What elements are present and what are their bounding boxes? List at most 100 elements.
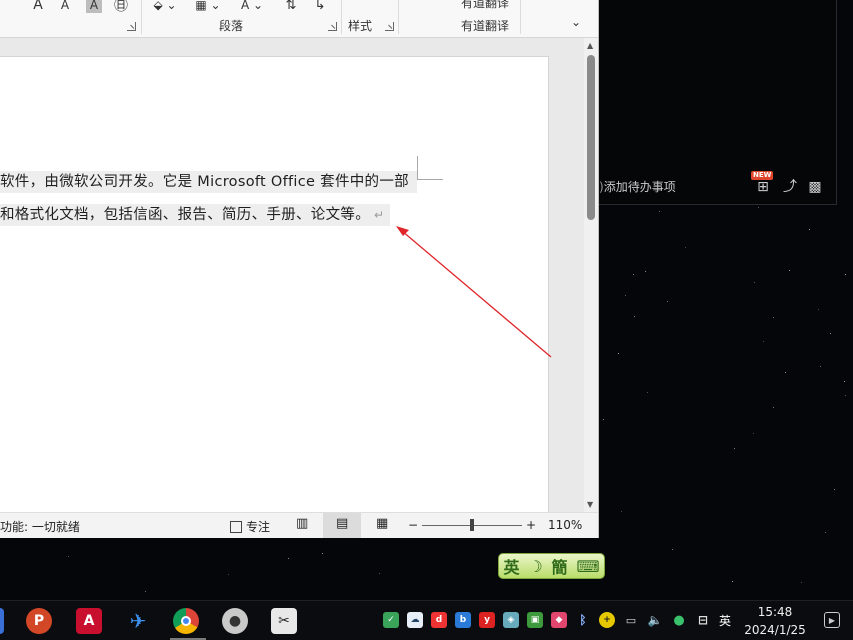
ribbon-collapse-chevron-icon[interactable]: ⌄ xyxy=(568,14,584,30)
document-page[interactable]: 软件，由微软公司开发。它是 Microsoft Office 套件中的一部 和格… xyxy=(0,56,549,512)
ribbon: A A A ㊐ ⬙ ⌄ ▦ ⌄ A ⌄ ⇅ ↳ 段落 样式 有道翻译 有道翻译 … xyxy=(0,0,598,38)
print-layout-icon[interactable]: ▤ xyxy=(336,516,348,531)
accessibility-status[interactable]: 功能: 一切就绪 xyxy=(0,518,80,535)
chrome-icon[interactable] xyxy=(173,608,199,634)
ime-language-toggle[interactable]: 英 xyxy=(503,554,519,578)
borders-dropdown-icon[interactable]: ▦ ⌄ xyxy=(192,0,224,13)
margin-corner-mark xyxy=(417,156,443,180)
line-spacing-icon[interactable]: A ⌄ xyxy=(236,0,268,13)
star xyxy=(685,247,686,248)
volume-icon[interactable]: 🔈 xyxy=(647,612,663,628)
qq-icon[interactable]: ● xyxy=(222,608,248,634)
show-marks-icon[interactable]: ↳ xyxy=(310,0,330,13)
star xyxy=(145,591,146,592)
document-area[interactable]: 软件，由微软公司开发。它是 Microsoft Office 套件中的一部 和格… xyxy=(0,38,584,512)
ime-toolbar[interactable]: 英 ☽ 簡 ⌨ xyxy=(498,553,605,579)
ime-mode-icon[interactable]: ⊟ xyxy=(695,612,711,628)
document-line-2[interactable]: 和格式化文档，包括信函、报告、简历、手册、论文等。 ↵ xyxy=(0,204,390,226)
ime-simplified-toggle[interactable]: 簡 xyxy=(552,554,568,578)
share-icon[interactable]: ⤴ xyxy=(782,179,798,195)
input-language-indicator[interactable]: 英 xyxy=(717,612,733,628)
star xyxy=(773,317,774,318)
star xyxy=(801,582,802,583)
star xyxy=(734,448,735,449)
read-mode-icon[interactable]: ▥ xyxy=(296,516,308,531)
ribbon-separator xyxy=(398,0,399,34)
network-icon[interactable]: ▭ xyxy=(623,612,639,628)
word-taskbar-icon[interactable] xyxy=(0,608,4,634)
nvidia-icon[interactable]: ▣ xyxy=(527,612,543,628)
star xyxy=(625,295,626,296)
screenshot-icon[interactable]: ✂ xyxy=(271,608,297,634)
clock-time: 15:48 xyxy=(757,605,793,619)
app-tray-icon[interactable]: d xyxy=(431,612,447,628)
add-todo-button[interactable]: ) 添加待办事项 xyxy=(599,178,676,195)
web-layout-icon[interactable]: ▦ xyxy=(376,516,388,531)
zoom-slider-handle[interactable] xyxy=(470,519,474,531)
font-shrink-button[interactable]: A xyxy=(58,0,72,13)
star xyxy=(830,333,831,334)
star xyxy=(773,407,774,408)
network-tray-icon[interactable]: ◈ xyxy=(503,612,519,628)
enclose-char-icon[interactable]: ㊐ xyxy=(112,0,130,14)
styles-dialog-launcher[interactable] xyxy=(385,22,394,31)
add-todo-label: 添加待办事项 xyxy=(603,180,676,194)
font-dialog-launcher[interactable] xyxy=(127,22,136,31)
star xyxy=(645,271,646,272)
word-window: A A A ㊐ ⬙ ⌄ ▦ ⌄ A ⌄ ⇅ ↳ 段落 样式 有道翻译 有道翻译 … xyxy=(0,0,599,538)
zoom-in-button[interactable]: + xyxy=(526,518,536,532)
wechat-icon[interactable]: ● xyxy=(671,612,687,628)
bluetooth-icon[interactable]: ᛒ xyxy=(575,612,591,628)
zoom-level[interactable]: 110% xyxy=(548,518,582,532)
taskbar: P A ✈ ● ✂ ✓ ☁ d b y ◈ ▣ ◆ ᛒ + ▭ 🔈 ● ⊟ 英 … xyxy=(0,600,853,640)
scrollbar-thumb[interactable] xyxy=(587,55,595,220)
focus-mode-button[interactable]: 专注 xyxy=(230,518,270,535)
vertical-scrollbar[interactable]: ▲ ▼ xyxy=(584,38,598,512)
star xyxy=(789,270,790,271)
star xyxy=(754,282,755,283)
ime-keyboard-icon[interactable]: ⌨ xyxy=(576,557,599,576)
youdao-group-label: 有道翻译 xyxy=(461,19,510,33)
qr-code-icon[interactable]: ▩ xyxy=(807,179,823,195)
document-text: 软件，由微软公司开发。它是 Microsoft Office 套件中的一部 xyxy=(0,174,409,190)
shading-dropdown-icon[interactable]: ⬙ ⌄ xyxy=(150,0,180,13)
cloud-sync-icon[interactable]: ☁ xyxy=(407,612,423,628)
star xyxy=(785,372,786,373)
styles-group-label: 样式 xyxy=(348,19,373,33)
powerpoint-icon[interactable]: P xyxy=(26,608,52,634)
feishu-icon[interactable]: ✈ xyxy=(125,608,151,634)
acrobat-icon[interactable]: A xyxy=(76,608,102,634)
ime-punctuation-icon[interactable]: ☽ xyxy=(528,557,542,576)
star xyxy=(379,573,380,574)
plus-tray-icon[interactable]: + xyxy=(599,612,615,628)
todo-widget: ) 添加待办事项 NEW ⊞ ⤴ ▩ xyxy=(599,0,837,205)
star xyxy=(844,381,845,382)
scroll-up-arrow-icon[interactable]: ▲ xyxy=(587,41,593,50)
zoom-out-button[interactable]: − xyxy=(408,518,418,532)
star xyxy=(322,553,323,554)
star xyxy=(672,549,673,550)
clock[interactable]: 15:48 2024/1/25 xyxy=(740,603,810,639)
sort-icon[interactable]: ⇅ xyxy=(280,0,302,13)
notification-center-icon[interactable]: ▶ xyxy=(824,612,840,628)
text-shading-button[interactable]: A xyxy=(86,0,102,13)
youdao-tray-icon[interactable]: y xyxy=(479,612,495,628)
star xyxy=(288,558,289,559)
star xyxy=(228,574,229,575)
star xyxy=(647,392,648,393)
paragraph-dialog-launcher[interactable] xyxy=(328,22,337,31)
feishu-tray-icon[interactable]: ◆ xyxy=(551,612,567,628)
add-task-icon[interactable]: ⊞ xyxy=(755,179,771,195)
star xyxy=(763,341,764,342)
star xyxy=(621,511,622,512)
bing-icon[interactable]: b xyxy=(455,612,471,628)
ribbon-separator xyxy=(141,0,142,34)
scroll-down-arrow-icon[interactable]: ▼ xyxy=(587,500,593,509)
youdao-translate-button[interactable]: 有道翻译 xyxy=(461,0,509,11)
font-grow-button[interactable]: A xyxy=(30,0,46,13)
star xyxy=(825,532,826,533)
document-line-1[interactable]: 软件，由微软公司开发。它是 Microsoft Office 套件中的一部 xyxy=(0,171,417,193)
security-shield-icon[interactable]: ✓ xyxy=(383,612,399,628)
star xyxy=(634,316,635,317)
star xyxy=(845,274,846,275)
